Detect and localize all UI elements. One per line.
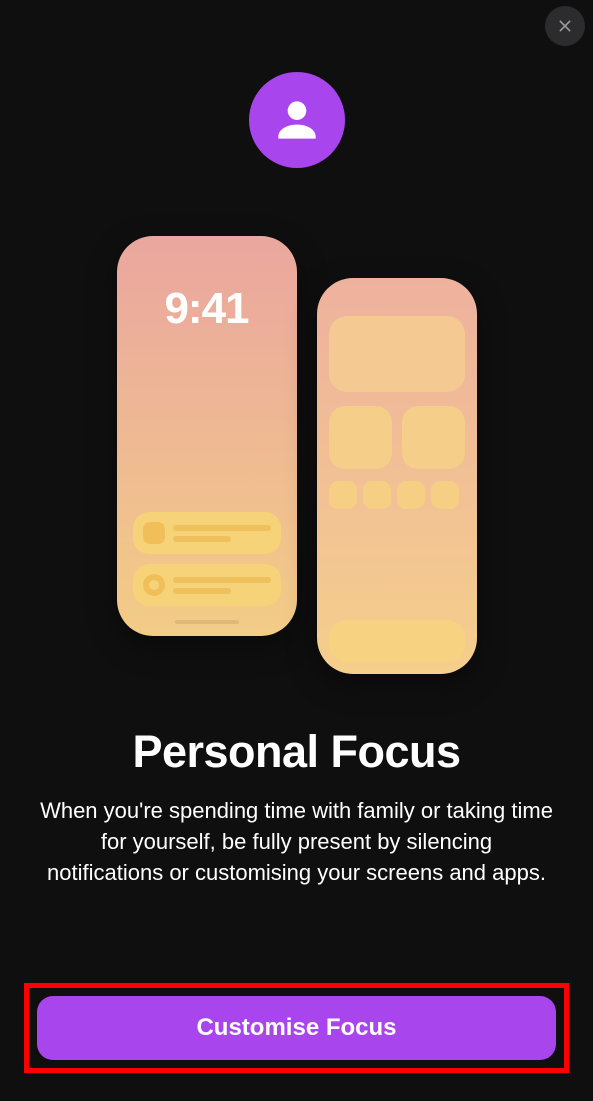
- notification-contact-icon: [143, 574, 165, 596]
- app-tile: [431, 481, 459, 509]
- customise-focus-button[interactable]: Customise Focus: [37, 996, 556, 1060]
- close-icon: [555, 16, 575, 36]
- user-avatar: [249, 72, 345, 168]
- person-icon: [269, 92, 325, 148]
- notification-card: [133, 512, 281, 554]
- cta-highlight-box: Customise Focus: [24, 983, 569, 1073]
- page-description: When you're spending time with family or…: [0, 796, 593, 888]
- phone-homescreen: [317, 278, 477, 674]
- app-tile: [363, 481, 391, 509]
- notification-card: [133, 564, 281, 606]
- notification-app-icon: [143, 522, 165, 544]
- phones-illustration: 9:41: [97, 226, 497, 696]
- phone-time: 9:41: [164, 284, 248, 334]
- page-title: Personal Focus: [132, 726, 460, 778]
- widget-small: [329, 406, 392, 469]
- phone-lockscreen: 9:41: [117, 236, 297, 636]
- app-tile: [329, 481, 357, 509]
- dock: [329, 620, 465, 662]
- widget-large: [329, 316, 465, 392]
- widget-small: [402, 406, 465, 469]
- close-button[interactable]: [545, 6, 585, 46]
- home-indicator: [175, 620, 239, 624]
- app-tile: [397, 481, 425, 509]
- content-container: 9:41: [0, 0, 593, 888]
